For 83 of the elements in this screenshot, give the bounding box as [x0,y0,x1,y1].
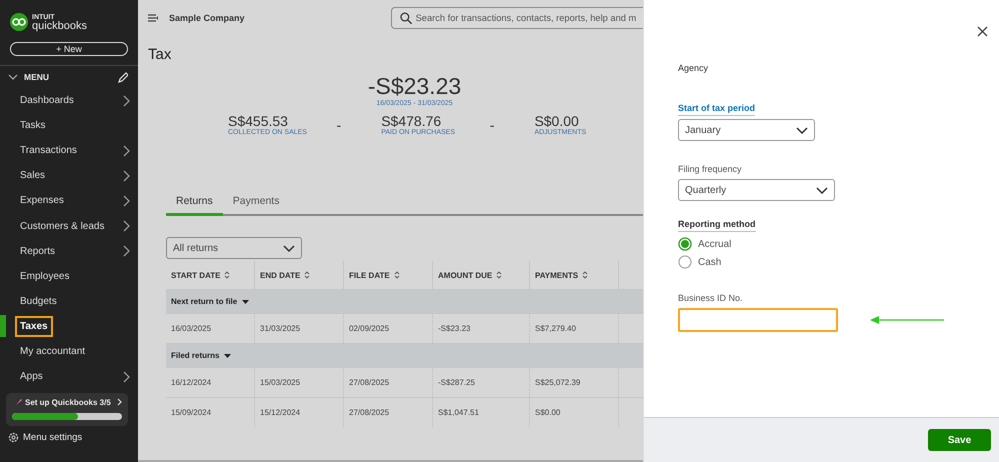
sidebar-item[interactable]: Reports [15,240,60,262]
table-cell: 02/09/2025 [349,324,390,333]
logo-icon [10,13,28,31]
table-cell: S$7,279.40 [535,324,576,333]
select-dropdown[interactable]: January [678,119,815,141]
column-header[interactable]: START DATE [171,270,220,280]
table-cell: -S$287.25 [438,378,475,387]
field-label: Business ID No. [678,293,743,305]
sidebar-item[interactable]: Taxes [15,316,53,337]
table-cell: 27/08/2025 [349,378,390,387]
table-cell: S$25,072.39 [535,378,580,387]
table-cell: 31/03/2025 [260,324,300,333]
chevron-down-icon [796,126,808,134]
sort-icon [394,271,400,279]
sort-icon [496,271,502,279]
menu-icon [148,13,159,23]
sidebar-item[interactable]: Transactions [15,140,82,162]
input-field[interactable] [678,308,838,332]
sidebar-item[interactable]: Sales [15,165,50,186]
search-icon [400,12,412,24]
table-cell: S$1,047.51 [438,408,479,417]
brand-name: quickbooks [32,22,88,31]
sidebar-item[interactable]: Employees [15,266,74,287]
group-label: Filed returns [171,351,220,360]
dropdown-value: January [685,124,721,136]
column-header[interactable]: PAYMENTS [535,270,578,280]
total-amount: -S$23.23 [368,73,462,100]
sidebar-item[interactable]: Expenses [15,190,69,212]
tab[interactable]: Returns [166,188,223,216]
filter-dropdown[interactable]: All returns [166,237,302,259]
amount-value: S$455.53 [228,113,288,129]
radio-label: Accrual [698,238,732,250]
minus-sign: - [490,116,494,132]
menu-label: MENU [24,72,50,82]
sidebar-item[interactable]: Customers & leads [15,216,110,237]
radio-button[interactable] [678,237,692,251]
table-cell: 15/03/2025 [260,378,300,387]
settings-icon [8,432,19,444]
sort-icon [224,271,230,279]
amount-value: S$0.00 [534,113,579,129]
select-dropdown[interactable]: Quarterly [678,179,835,201]
field-label-link[interactable]: Start of tax period [678,103,756,116]
column-header[interactable]: END DATE [260,270,300,280]
column-header[interactable]: FILE DATE [349,270,390,280]
sidebar-item[interactable]: My accountant [15,340,90,362]
sort-icon [582,271,588,279]
table-cell: -S$23.23 [438,324,470,333]
sidebar-item[interactable]: Budgets [15,290,62,312]
section-heading: Agency [678,63,710,73]
menu-settings-link[interactable]: Menu settings [23,432,82,444]
table-cell: 16/03/2025 [171,324,212,333]
dropdown-value: All returns [173,242,218,254]
pencil-icon [117,72,128,82]
table-cell: 15/12/2024 [260,408,300,417]
save-button[interactable]: Save [928,429,991,451]
chevron-icon [117,398,122,406]
table-cell: 16/12/2024 [171,378,212,387]
chevron-down-icon [283,244,295,252]
table-cell: S$0.00 [535,408,560,417]
close-icon[interactable] [977,26,988,37]
sidebar-item[interactable]: Dashboards [15,90,79,112]
collapse-icon [8,74,18,80]
sort-icon [304,271,310,279]
setup-label[interactable]: Set up Quickbooks 3/5 [25,398,114,407]
company-name: Sample Company [169,13,246,23]
column-header[interactable]: AMOUNT DUE [438,270,492,280]
amount-value: S$478.76 [381,113,442,129]
minus-sign: - [336,116,342,132]
table-cell: 15/09/2024 [171,408,212,417]
field-label: Reporting method [678,219,756,232]
field-label: Filing frequency [678,164,742,176]
chevron-down-icon [816,186,828,194]
tab[interactable]: Payments [222,188,290,216]
search-field[interactable]: Search for transactions, contacts, reports, help and m [391,7,643,29]
group-label: Next return to file [171,297,238,306]
new-button[interactable]: + New [10,42,128,56]
radio-label: Cash [698,256,722,268]
radio-button[interactable] [678,255,692,269]
page-title: Tax [148,46,172,63]
sidebar-item[interactable]: Apps [15,366,48,388]
sidebar-item[interactable]: Tasks [15,115,51,136]
table-cell: 27/08/2025 [349,408,390,417]
dropdown-value: Quarterly [685,184,726,196]
